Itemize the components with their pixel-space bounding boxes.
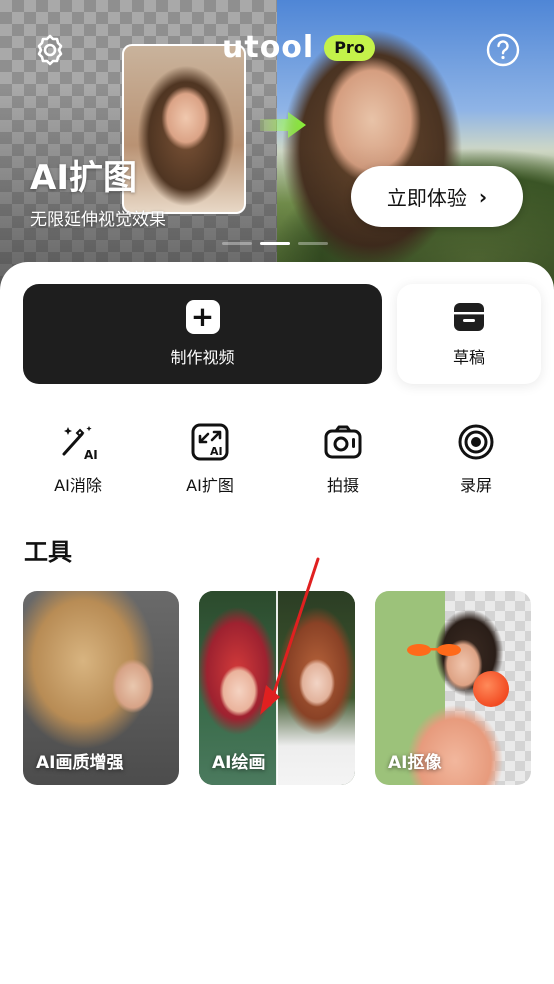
banner-title: AI扩图 bbox=[30, 158, 137, 198]
quick-tools-row: AI AI消除 AI AI扩图 拍摄 录屏 bbox=[0, 422, 554, 502]
tool-card-label: AI绘画 bbox=[212, 753, 266, 773]
camera-icon bbox=[323, 422, 363, 462]
try-now-label: 立即体验 bbox=[386, 186, 467, 210]
transform-arrow-icon bbox=[260, 112, 306, 138]
try-now-button[interactable]: 立即体验 › bbox=[351, 166, 523, 227]
help-icon[interactable] bbox=[485, 32, 521, 68]
quick-tool-ai-erase[interactable]: AI AI消除 bbox=[23, 422, 133, 496]
quick-tool-label: 录屏 bbox=[459, 476, 492, 495]
svg-text:AI: AI bbox=[84, 448, 98, 462]
svg-text:AI: AI bbox=[210, 445, 223, 458]
carousel-indicator bbox=[222, 242, 328, 245]
magic-wand-ai-icon: AI bbox=[58, 422, 98, 462]
lollipop-shape bbox=[473, 671, 509, 707]
annotation-arrow-icon bbox=[260, 557, 320, 715]
banner-subtitle: 无限延伸视觉效果 bbox=[30, 210, 166, 230]
pro-badge[interactable]: Pro bbox=[324, 34, 375, 61]
tool-card-ai-cutout[interactable]: AI抠像 bbox=[375, 591, 531, 785]
tool-card-label: AI画质增强 bbox=[36, 753, 124, 773]
quick-tool-screen-record[interactable]: 录屏 bbox=[421, 422, 531, 496]
drafts-box-icon bbox=[454, 303, 484, 331]
quick-tool-label: 拍摄 bbox=[326, 476, 359, 495]
quick-tool-ai-expand[interactable]: AI AI扩图 bbox=[155, 422, 265, 496]
tool-card-ai-enhance[interactable]: AI画质增强 bbox=[23, 591, 179, 785]
main-panel: + 制作视频 草稿 AI AI消除 AI AI扩图 拍摄 录屏 工具 AI画质增… bbox=[0, 262, 554, 984]
app-logo: utool Pro bbox=[222, 30, 375, 65]
carousel-dot[interactable] bbox=[298, 242, 328, 245]
drafts-button[interactable]: 草稿 bbox=[397, 284, 541, 384]
carousel-dot-active[interactable] bbox=[260, 242, 290, 245]
app-logo-text: utool bbox=[222, 30, 315, 65]
quick-tool-label: AI扩图 bbox=[186, 476, 234, 495]
plus-icon: + bbox=[185, 300, 220, 334]
carousel-dot[interactable] bbox=[222, 242, 252, 245]
make-video-label: 制作视频 bbox=[170, 348, 235, 367]
make-video-button[interactable]: + 制作视频 bbox=[23, 284, 382, 384]
quick-tool-shoot[interactable]: 拍摄 bbox=[288, 422, 398, 496]
promo-banner[interactable]: utool Pro AI扩图 无限延伸视觉效果 立即体验 › bbox=[0, 0, 554, 290]
tools-section-title: 工具 bbox=[24, 538, 72, 566]
sunglasses-shape bbox=[407, 644, 461, 656]
settings-gear-icon[interactable] bbox=[32, 32, 68, 68]
tool-card-label: AI抠像 bbox=[388, 753, 442, 773]
quick-tool-label: AI消除 bbox=[54, 476, 102, 495]
expand-ai-icon: AI bbox=[190, 422, 230, 462]
chevron-right-icon: › bbox=[478, 184, 488, 209]
screen-record-icon bbox=[456, 422, 496, 462]
drafts-label: 草稿 bbox=[452, 348, 485, 367]
